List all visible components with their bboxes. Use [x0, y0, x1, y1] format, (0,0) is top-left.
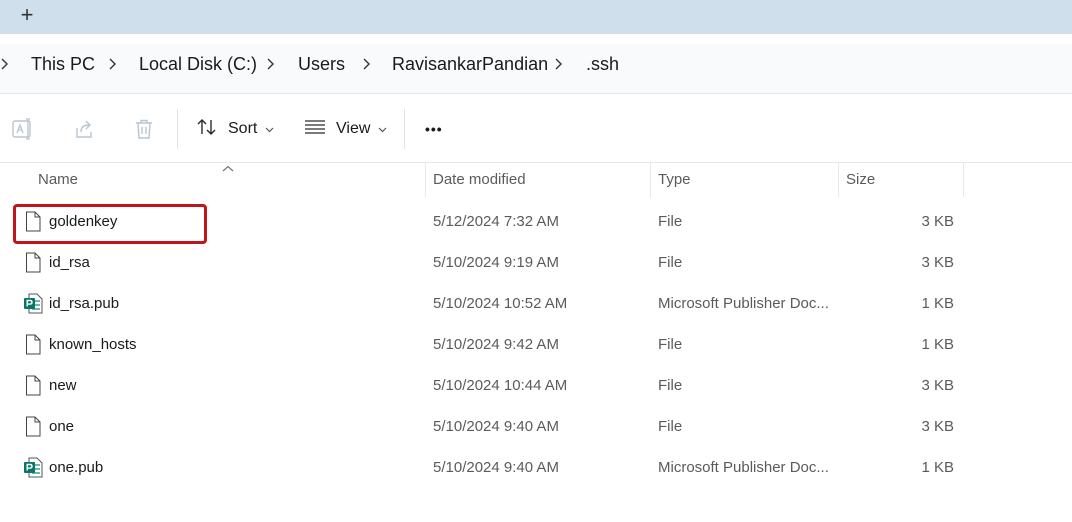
file-name: one [49, 418, 75, 435]
file-size: 1 KB [921, 336, 954, 353]
column-header-row: Name Date modified Type Size [0, 163, 1072, 197]
column-header-date[interactable]: Date modified [433, 163, 526, 197]
publisher-file-icon [23, 293, 43, 314]
chevron-right-icon[interactable] [554, 52, 564, 76]
file-name: one.pub [49, 459, 104, 476]
command-bar: Sort View ••• [0, 95, 1072, 163]
file-type: File [658, 377, 683, 394]
breadcrumb-local-disk[interactable]: Local Disk (C:) [139, 52, 257, 76]
file-size: 1 KB [921, 295, 954, 312]
publisher-file-icon [23, 457, 43, 478]
file-type: Microsoft Publisher Doc... [658, 295, 829, 312]
breadcrumb-this-pc[interactable]: This PC [31, 52, 95, 76]
chevron-right-icon[interactable] [266, 52, 276, 76]
chevron-down-icon [378, 120, 387, 138]
toolbar-separator [404, 109, 405, 149]
column-divider[interactable] [650, 163, 651, 197]
file-row-new[interactable]: new 5/10/2024 10:44 AM File 3 KB [0, 365, 1072, 406]
sort-button[interactable]: Sort [196, 117, 274, 141]
sort-icon [196, 116, 218, 143]
file-name: goldenkey [49, 213, 118, 230]
column-divider[interactable] [838, 163, 839, 197]
chevron-down-icon [265, 120, 274, 138]
breadcrumb-users[interactable]: Users [298, 52, 345, 76]
column-header-type[interactable]: Type [658, 163, 691, 197]
file-name: id_rsa.pub [49, 295, 120, 312]
file-date: 5/10/2024 9:40 AM [433, 418, 559, 435]
chevron-right-icon[interactable] [0, 52, 10, 76]
new-tab-button[interactable]: + [17, 4, 37, 26]
file-type: Microsoft Publisher Doc... [658, 459, 829, 476]
file-row-one-pub[interactable]: one.pub 5/10/2024 9:40 AM Microsoft Publ… [0, 447, 1072, 488]
breadcrumb: This PC Local Disk (C:) Users Ravisankar… [0, 44, 1072, 94]
sort-ascending-caret-icon [222, 160, 234, 172]
generic-file-icon [23, 252, 43, 273]
breadcrumb-ssh[interactable]: .ssh [586, 52, 619, 76]
more-options-button[interactable]: ••• [425, 117, 443, 141]
generic-file-icon [23, 211, 43, 232]
file-size: 3 KB [921, 377, 954, 394]
rename-icon[interactable] [11, 117, 35, 141]
generic-file-icon [23, 416, 43, 437]
file-name: new [49, 377, 77, 394]
file-date: 5/12/2024 7:32 AM [433, 213, 559, 230]
generic-file-icon [23, 375, 43, 396]
file-type: File [658, 418, 683, 435]
file-type: File [658, 254, 683, 271]
file-row-known-hosts[interactable]: known_hosts 5/10/2024 9:42 AM File 1 KB [0, 324, 1072, 365]
file-row-id-rsa-pub[interactable]: id_rsa.pub 5/10/2024 10:52 AM Microsoft … [0, 283, 1072, 324]
toolbar-separator [177, 109, 178, 149]
chevron-right-icon[interactable] [362, 52, 372, 76]
file-name: known_hosts [49, 336, 137, 353]
file-type: File [658, 336, 683, 353]
tab-strip: + [0, 0, 1072, 34]
delete-icon[interactable] [132, 117, 156, 141]
file-size: 3 KB [921, 418, 954, 435]
file-date: 5/10/2024 9:42 AM [433, 336, 559, 353]
view-label: View [336, 120, 371, 137]
share-icon[interactable] [72, 117, 96, 141]
file-date: 5/10/2024 10:44 AM [433, 377, 568, 394]
file-type: File [658, 213, 683, 230]
file-row-id-rsa[interactable]: id_rsa 5/10/2024 9:19 AM File 3 KB [0, 242, 1072, 283]
file-row-goldenkey[interactable]: goldenkey 5/12/2024 7:32 AM File 3 KB [0, 201, 1072, 242]
generic-file-icon [23, 334, 43, 355]
view-list-icon [304, 116, 326, 143]
chevron-right-icon[interactable] [108, 52, 118, 76]
column-divider[interactable] [425, 163, 426, 197]
breadcrumb-user-folder[interactable]: RavisankarPandian [392, 52, 548, 76]
column-header-size[interactable]: Size [846, 163, 875, 197]
sort-label: Sort [228, 120, 258, 137]
file-date: 5/10/2024 9:19 AM [433, 254, 559, 271]
column-header-name[interactable]: Name [38, 163, 78, 197]
column-divider[interactable] [963, 163, 964, 197]
file-size: 3 KB [921, 213, 954, 230]
file-size: 1 KB [921, 459, 954, 476]
view-button[interactable]: View [304, 117, 387, 141]
file-row-one[interactable]: one 5/10/2024 9:40 AM File 3 KB [0, 406, 1072, 447]
file-date: 5/10/2024 10:52 AM [433, 295, 568, 312]
more-options-icon: ••• [425, 121, 443, 137]
file-date: 5/10/2024 9:40 AM [433, 459, 559, 476]
file-size: 3 KB [921, 254, 954, 271]
file-name: id_rsa [49, 254, 90, 271]
